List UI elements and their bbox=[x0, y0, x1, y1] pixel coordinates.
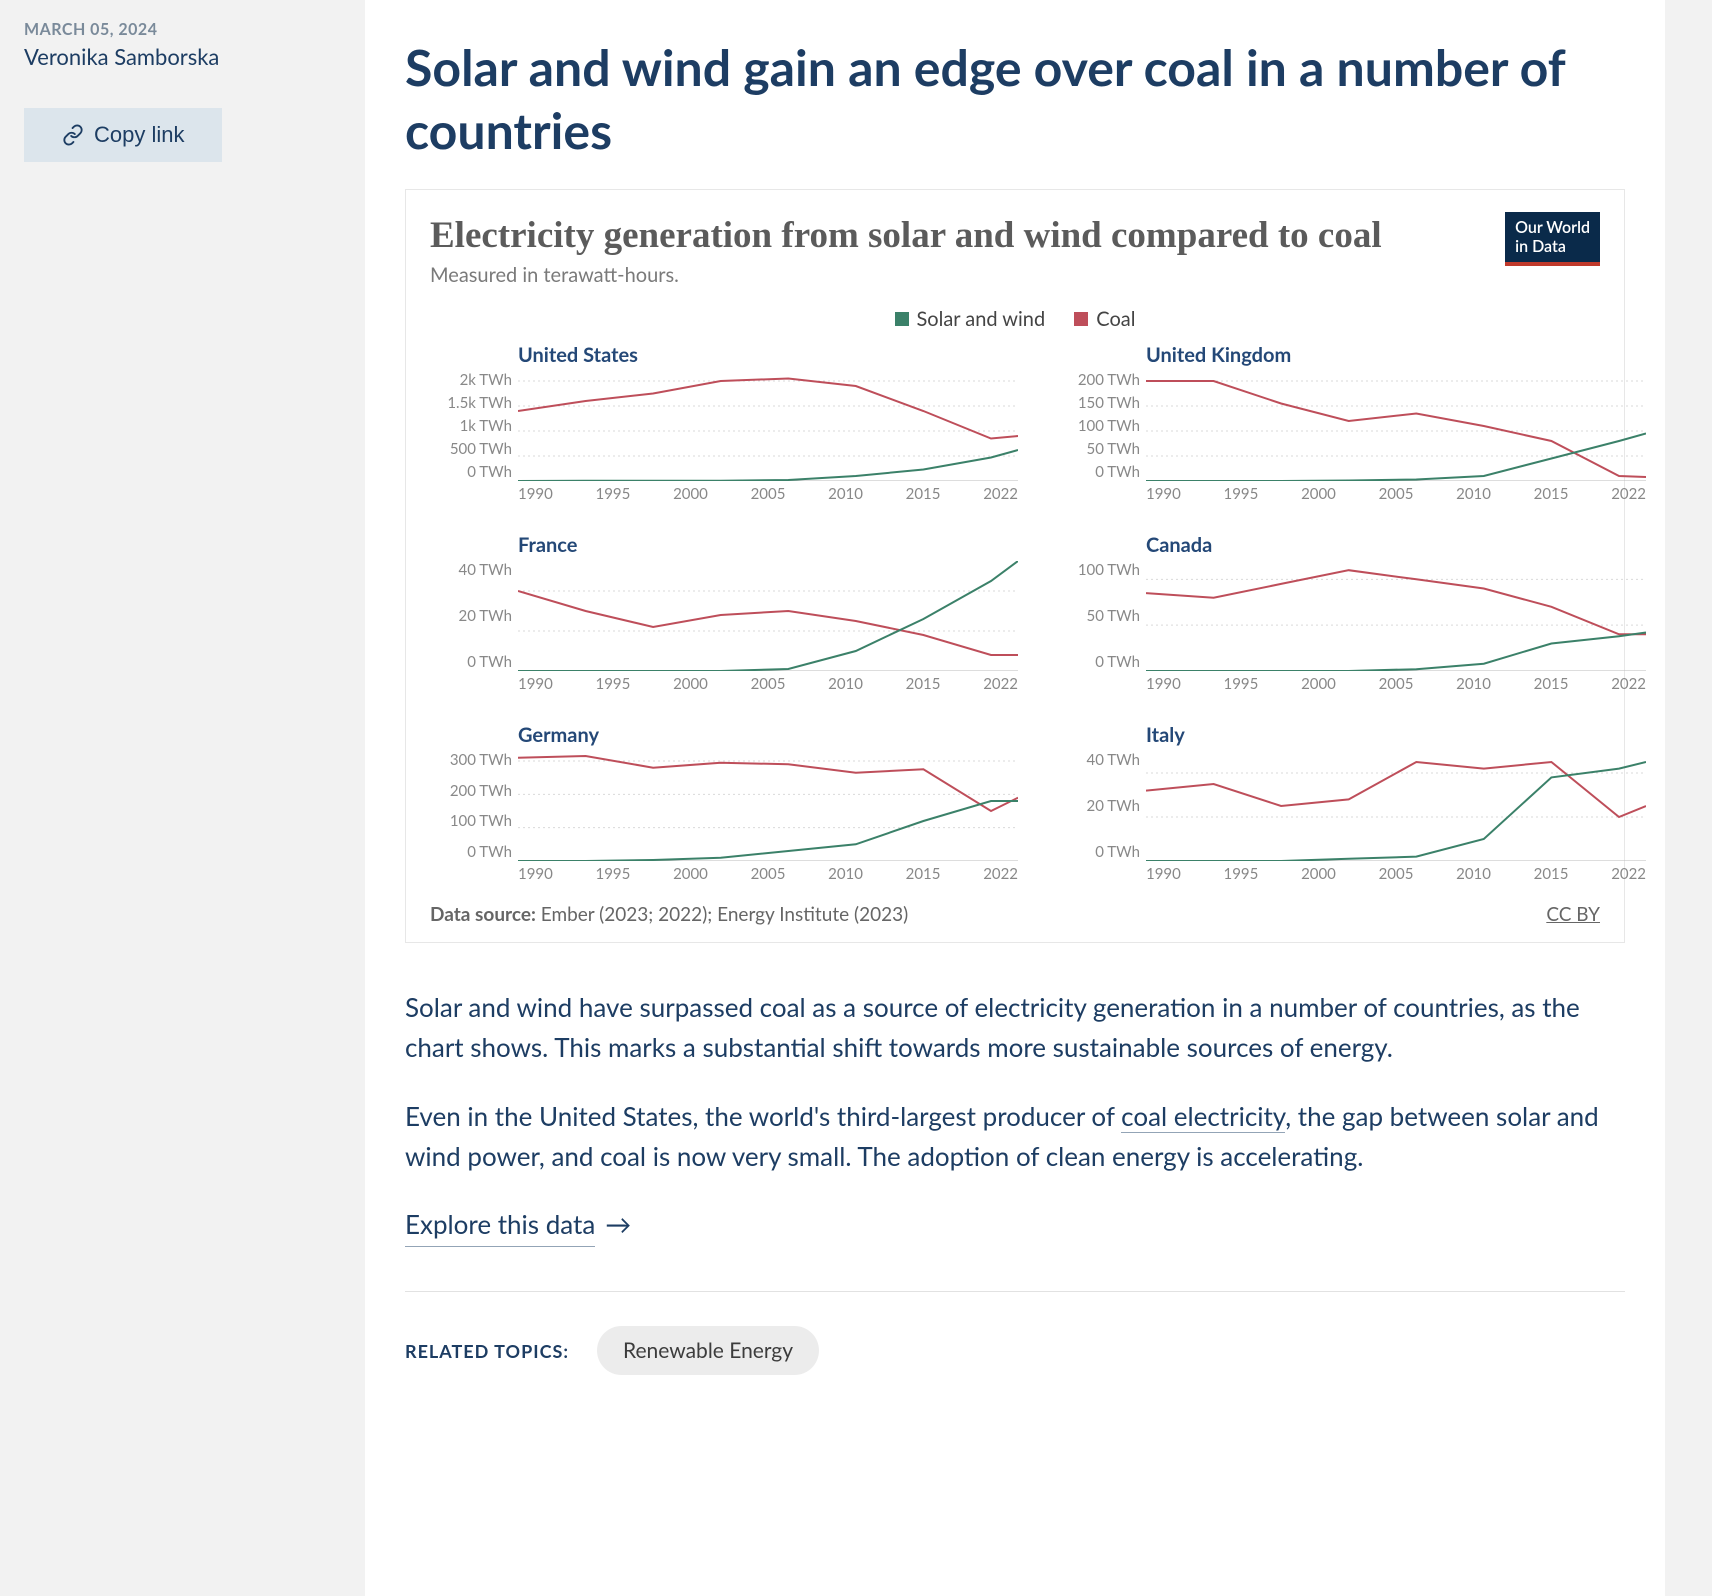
swatch-solar-wind bbox=[895, 312, 909, 326]
y-axis: 100 TWh50 TWh0 TWh bbox=[1058, 561, 1146, 671]
x-axis: 1990199520002005201020152022 bbox=[430, 865, 1018, 883]
chart-panels: United States 2k TWh1.5k TWh1k TWh500 TW… bbox=[430, 343, 1600, 883]
topic-chip-renewable[interactable]: Renewable Energy bbox=[597, 1326, 819, 1375]
chart-legend: Solar and wind Coal bbox=[430, 307, 1600, 331]
chart-panel: France 40 TWh20 TWh0 TWh 199019952000200… bbox=[430, 533, 1018, 693]
paragraph-2: Even in the United States, the world's t… bbox=[405, 1096, 1625, 1177]
article-body: Solar and wind have surpassed coal as a … bbox=[405, 987, 1625, 1247]
copy-link-label: Copy link bbox=[94, 122, 184, 148]
related-topics: RELATED TOPICS: Renewable Energy bbox=[405, 1326, 1625, 1375]
y-axis: 300 TWh200 TWh100 TWh0 TWh bbox=[430, 751, 518, 861]
chart-panel: Germany 300 TWh200 TWh100 TWh0 TWh 19901… bbox=[430, 723, 1018, 883]
y-axis: 200 TWh150 TWh100 TWh50 TWh0 TWh bbox=[1058, 371, 1146, 481]
chart-card: Our World in Data Electricity generation… bbox=[405, 189, 1625, 943]
chart-title: Electricity generation from solar and wi… bbox=[430, 214, 1600, 257]
data-source-text: Ember (2023; 2022); Energy Institute (20… bbox=[541, 903, 908, 926]
x-axis: 1990199520002005201020152022 bbox=[1058, 675, 1646, 693]
y-axis: 2k TWh1.5k TWh1k TWh500 TWh0 TWh bbox=[430, 371, 518, 481]
y-axis: 40 TWh20 TWh0 TWh bbox=[430, 561, 518, 671]
chart-svg bbox=[1146, 751, 1646, 861]
coal-electricity-link[interactable]: coal electricity bbox=[1121, 1100, 1285, 1133]
copy-link-button[interactable]: Copy link bbox=[24, 108, 222, 162]
panel-title: France bbox=[430, 533, 1018, 557]
separator bbox=[405, 1291, 1625, 1292]
panel-title: Canada bbox=[1058, 533, 1646, 557]
publish-date: MARCH 05, 2024 bbox=[24, 20, 341, 39]
owid-badge: Our World in Data bbox=[1505, 212, 1600, 266]
x-axis: 1990199520002005201020152022 bbox=[430, 485, 1018, 503]
data-source-label: Data source: bbox=[430, 903, 536, 926]
article-title: Solar and wind gain an edge over coal in… bbox=[405, 36, 1625, 161]
chart-svg bbox=[518, 371, 1018, 481]
legend-coal: Coal bbox=[1074, 307, 1135, 331]
link-icon bbox=[62, 124, 84, 146]
chart-svg bbox=[518, 751, 1018, 861]
swatch-coal bbox=[1074, 312, 1088, 326]
chart-svg bbox=[1146, 371, 1646, 481]
chart-svg bbox=[1146, 561, 1646, 671]
panel-title: Germany bbox=[430, 723, 1018, 747]
explore-data-link[interactable]: Explore this data bbox=[405, 1204, 595, 1247]
y-axis: 40 TWh20 TWh0 TWh bbox=[1058, 751, 1146, 861]
arrow-right-icon: → bbox=[605, 1208, 631, 1240]
chart-panel: Italy 40 TWh20 TWh0 TWh 1990199520002005… bbox=[1058, 723, 1646, 883]
author-name: Veronika Samborska bbox=[24, 43, 341, 70]
chart-svg bbox=[518, 561, 1018, 671]
related-topics-label: RELATED TOPICS: bbox=[405, 1340, 569, 1362]
x-axis: 1990199520002005201020152022 bbox=[1058, 865, 1646, 883]
license-link[interactable]: CC BY bbox=[1546, 903, 1600, 926]
main-content: Solar and wind gain an edge over coal in… bbox=[365, 0, 1665, 1596]
panel-title: United Kingdom bbox=[1058, 343, 1646, 367]
sidebar: MARCH 05, 2024 Veronika Samborska Copy l… bbox=[0, 0, 365, 1596]
x-axis: 1990199520002005201020152022 bbox=[430, 675, 1018, 693]
chart-panel: United States 2k TWh1.5k TWh1k TWh500 TW… bbox=[430, 343, 1018, 503]
panel-title: United States bbox=[430, 343, 1018, 367]
panel-title: Italy bbox=[1058, 723, 1646, 747]
chart-subtitle: Measured in terawatt-hours. bbox=[430, 263, 1600, 287]
chart-panel: United Kingdom 200 TWh150 TWh100 TWh50 T… bbox=[1058, 343, 1646, 503]
chart-footer: Data source: Ember (2023; 2022); Energy … bbox=[430, 903, 1600, 926]
paragraph-1: Solar and wind have surpassed coal as a … bbox=[405, 987, 1625, 1068]
chart-panel: Canada 100 TWh50 TWh0 TWh 19901995200020… bbox=[1058, 533, 1646, 693]
x-axis: 1990199520002005201020152022 bbox=[1058, 485, 1646, 503]
legend-solar-wind: Solar and wind bbox=[895, 307, 1046, 331]
